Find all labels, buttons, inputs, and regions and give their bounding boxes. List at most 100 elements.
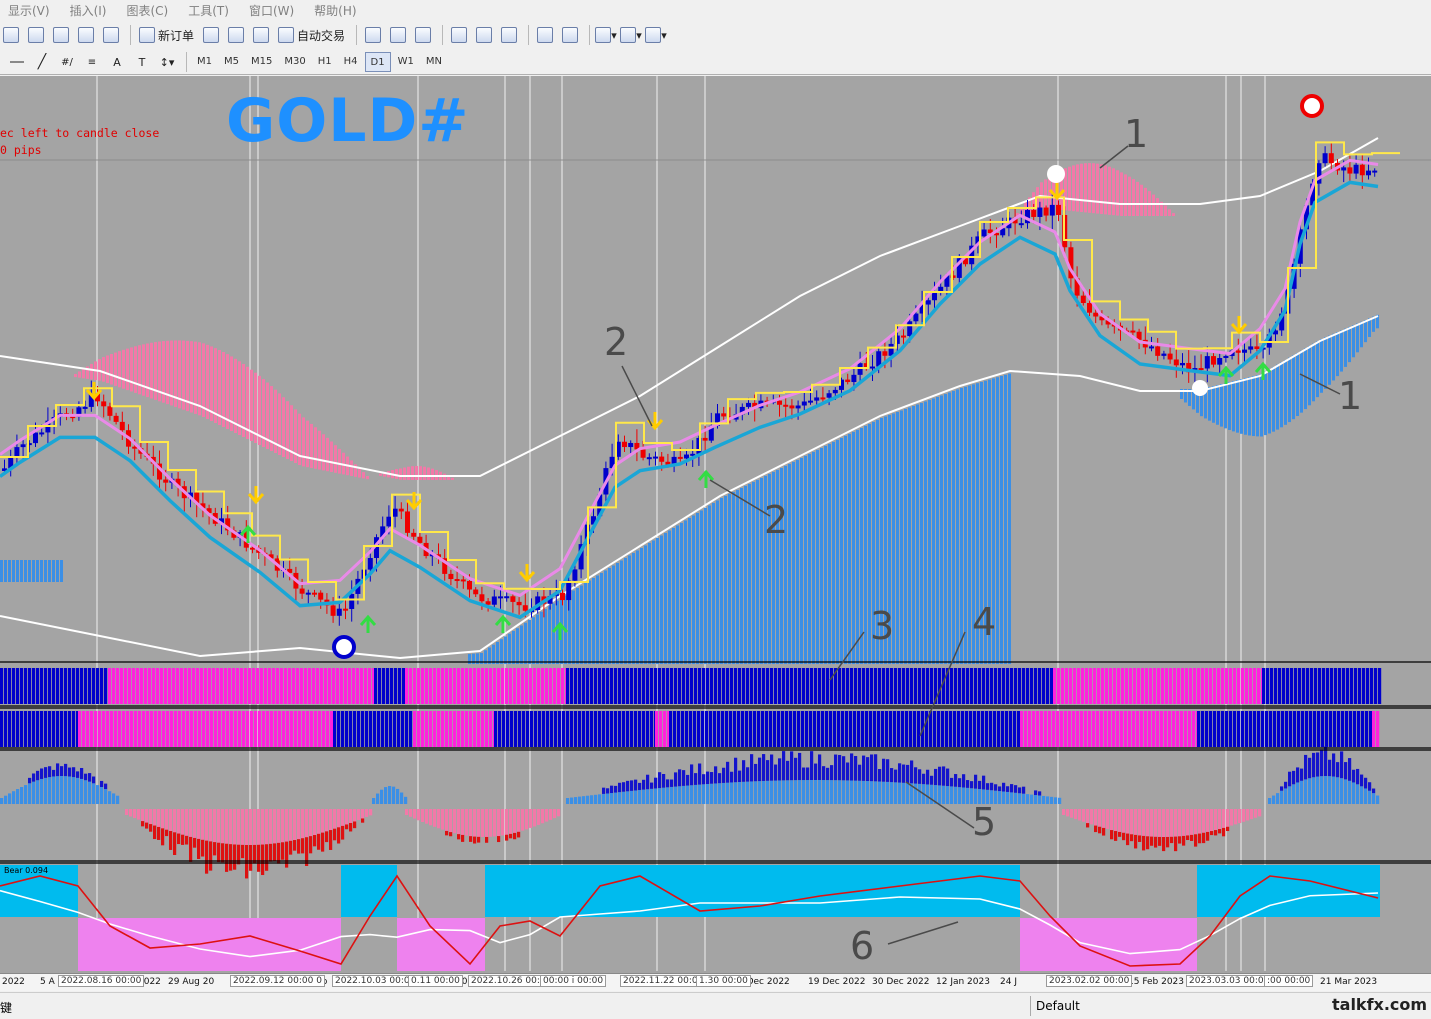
- histogram-bar: [485, 836, 489, 843]
- account-icon[interactable]: [225, 24, 247, 46]
- new-chart-icon[interactable]: [0, 24, 22, 46]
- histogram-bar: [329, 830, 333, 850]
- trend-bar: [361, 711, 365, 747]
- menu-item-0[interactable]: 显示(V): [0, 2, 62, 19]
- timeframe-w1[interactable]: W1: [393, 52, 419, 70]
- histogram-bar: [730, 771, 734, 783]
- menu-item-2[interactable]: 图表(C): [118, 2, 180, 19]
- trend-bar: [138, 711, 142, 747]
- templates-dropdown-icon[interactable]: ▾: [645, 24, 667, 46]
- cloud-bar: [848, 434, 851, 664]
- histogram-bar: [714, 766, 718, 784]
- trend-bar: [288, 668, 292, 704]
- periods-dropdown-icon[interactable]: ▾: [620, 24, 642, 46]
- trend-bar: [1266, 668, 1270, 704]
- arrows-dropdown-icon[interactable]: ↕▾: [156, 51, 178, 73]
- trend-bar: [1153, 668, 1157, 704]
- trend-bar: [292, 668, 296, 704]
- text-label-button[interactable]: T: [131, 51, 153, 73]
- channel-icon[interactable]: ≡: [81, 51, 103, 73]
- chart-shift-icon[interactable]: [559, 24, 581, 46]
- histogram-bar: [1150, 836, 1154, 846]
- histogram-bar: [998, 791, 1002, 804]
- indicators-dropdown-icon[interactable]: ▾: [595, 24, 617, 46]
- cloud-bar: [222, 352, 225, 427]
- timeframe-m15[interactable]: M15: [246, 52, 277, 70]
- trend-bar: [28, 711, 32, 747]
- auto-scroll-icon[interactable]: [534, 24, 556, 46]
- timeframe-m1[interactable]: M1: [192, 52, 217, 70]
- trend-bar: [838, 668, 842, 704]
- histogram-bar: [1300, 780, 1304, 804]
- trend-bar: [930, 668, 934, 704]
- histogram-bar: [269, 809, 273, 844]
- auto-trade-button[interactable]: 自动交易: [275, 24, 348, 46]
- trend-bar: [220, 668, 224, 704]
- new-order-button[interactable]: 新订单: [136, 24, 197, 46]
- trend-bar: [398, 668, 402, 704]
- zoom-out-icon[interactable]: [473, 24, 495, 46]
- histogram-bar: [353, 809, 357, 822]
- trend-bar: [1161, 668, 1165, 704]
- chart-canvas[interactable]: [0, 76, 1431, 991]
- trendline-icon[interactable]: ╱: [31, 51, 53, 73]
- histogram-bar: [890, 782, 894, 804]
- histogram-bar: [930, 784, 934, 804]
- cloud-bar: [1128, 176, 1131, 216]
- trend-bar: [1032, 711, 1036, 747]
- histogram-bar: [1174, 836, 1178, 852]
- bar-chart-icon[interactable]: [362, 24, 384, 46]
- tile-windows-icon[interactable]: [498, 24, 520, 46]
- text-tool-button[interactable]: A: [106, 51, 128, 73]
- trend-bar: [200, 668, 204, 704]
- histogram-bar: [762, 780, 766, 804]
- trend-bar: [405, 668, 409, 704]
- horizontal-line-icon[interactable]: ―: [6, 51, 28, 73]
- menu-item-3[interactable]: 工具(T): [180, 2, 241, 19]
- cloud-bar: [1104, 165, 1107, 215]
- trend-bar: [389, 711, 393, 747]
- menu-item-1[interactable]: 插入(I): [62, 2, 119, 19]
- crosshair-icon[interactable]: [25, 24, 47, 46]
- trend-bar: [1056, 711, 1060, 747]
- cloud-bar: [358, 468, 361, 478]
- timeframe-m5[interactable]: M5: [219, 52, 244, 70]
- histogram-bar: [509, 809, 513, 834]
- cloud-bar: [504, 636, 507, 664]
- pencil-icon[interactable]: [200, 24, 222, 46]
- timeframe-h1[interactable]: H1: [313, 52, 337, 70]
- histogram-bar: [0, 798, 4, 804]
- timeframe-h4[interactable]: H4: [339, 52, 363, 70]
- favorites-icon[interactable]: [50, 24, 72, 46]
- signal-icon[interactable]: [250, 24, 272, 46]
- histogram-bar: [1090, 809, 1094, 825]
- histogram-bar: [165, 809, 169, 830]
- cloud-bar: [1236, 380, 1239, 433]
- cloud-bar: [1076, 164, 1079, 212]
- menu-item-5[interactable]: 帮助(H): [306, 2, 368, 19]
- timeframe-m30[interactable]: M30: [279, 52, 310, 70]
- fibonacci-icon[interactable]: #/: [56, 51, 78, 73]
- line-chart-icon[interactable]: [412, 24, 434, 46]
- candlestick-icon[interactable]: [387, 24, 409, 46]
- histogram-bar: [289, 840, 293, 855]
- histogram-bar: [582, 796, 586, 804]
- trend-bar: [210, 711, 214, 747]
- cloud-bar: [532, 617, 535, 664]
- histogram-bar: [557, 809, 561, 817]
- zoom-in-icon[interactable]: [448, 24, 470, 46]
- trend-bar: [1105, 668, 1109, 704]
- histogram-bar: [786, 780, 790, 804]
- cloud-bar: [110, 353, 113, 385]
- histogram-bar: [654, 777, 658, 789]
- trend-bar: [505, 668, 509, 704]
- timeframe-d1[interactable]: D1: [364, 52, 391, 72]
- strategy-tester-icon[interactable]: [100, 24, 122, 46]
- cloud-bar: [828, 444, 831, 664]
- histogram-bar: [145, 822, 149, 829]
- chart-window[interactable]: GOLD# ec left to candle close 0 pips Bea…: [0, 76, 1431, 991]
- crosshair-time-label: 2022.10.03 00:00: [332, 975, 419, 987]
- timeframe-mn[interactable]: MN: [421, 52, 447, 70]
- menu-item-4[interactable]: 窗口(W): [241, 2, 306, 19]
- navigator-icon[interactable]: [75, 24, 97, 46]
